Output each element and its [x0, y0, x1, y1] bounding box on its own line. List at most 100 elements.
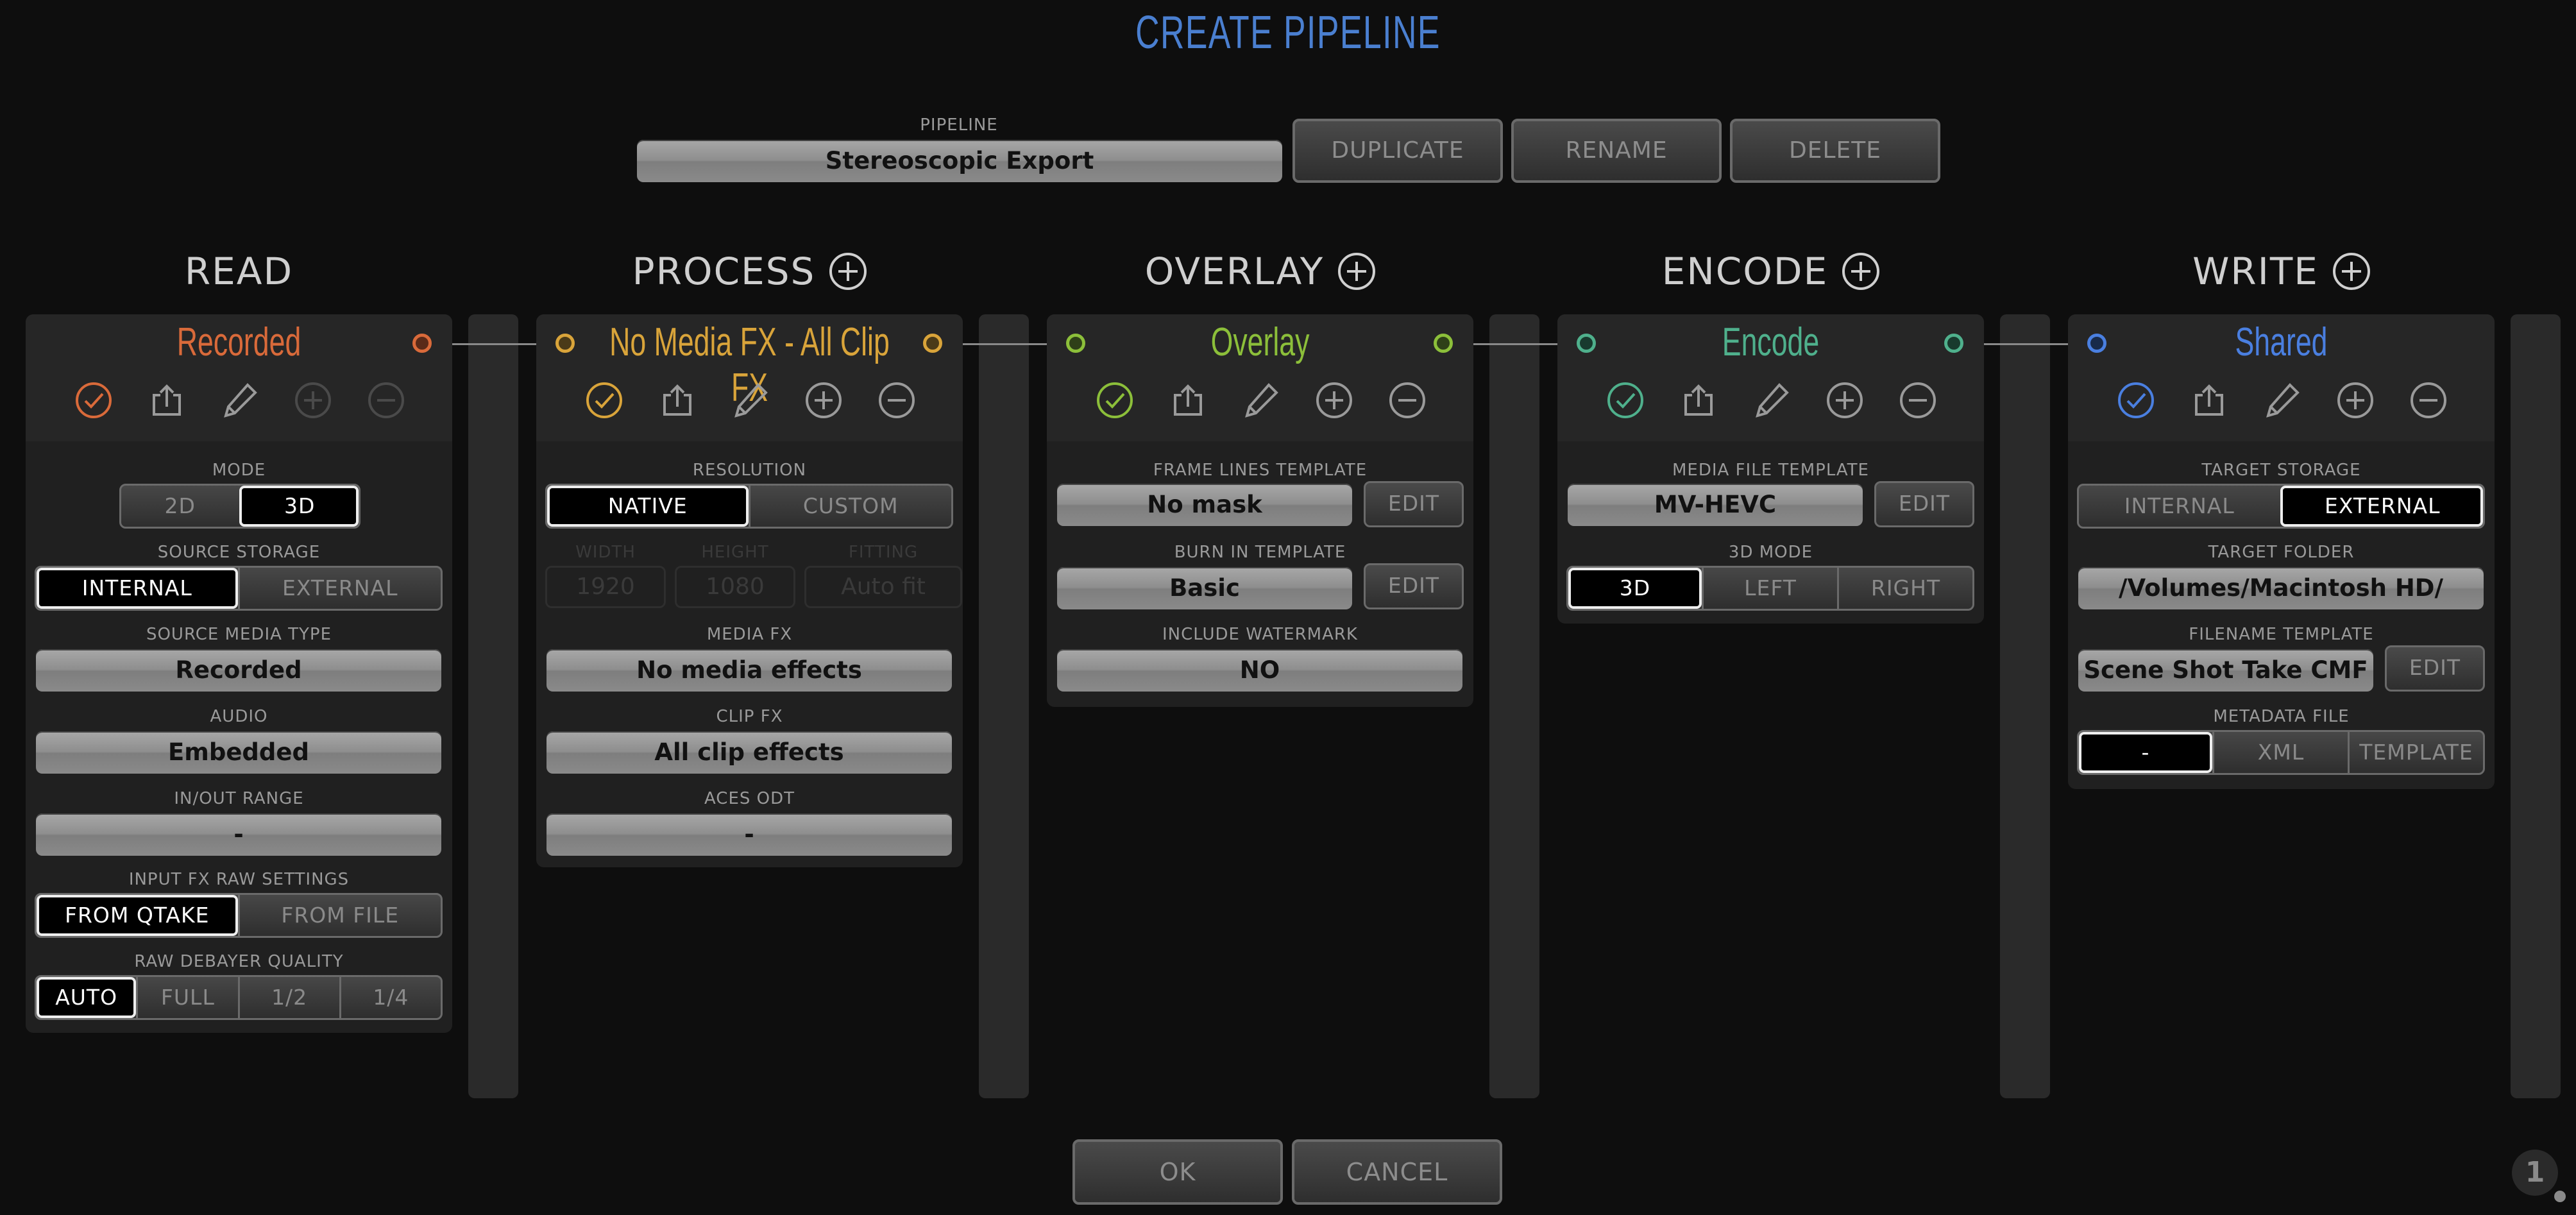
minus-circle-icon[interactable]: [876, 380, 917, 421]
3d-mode-option-left[interactable]: LEFT: [1702, 568, 1837, 609]
encode-node-title[interactable]: Encode: [1617, 319, 1924, 365]
write-node-title[interactable]: Shared: [2128, 319, 2435, 365]
pencil-icon[interactable]: [2262, 380, 2303, 421]
minus-circle-icon[interactable]: [1897, 380, 1938, 421]
drop-zone[interactable]: [2511, 314, 2561, 1098]
media-fx-select[interactable]: No media effects: [547, 649, 952, 692]
share-icon[interactable]: [146, 380, 187, 421]
frame-lines-select[interactable]: No mask: [1057, 484, 1352, 526]
input-port[interactable]: [555, 334, 575, 353]
check-icon[interactable]: [1094, 380, 1135, 421]
storage-option-external[interactable]: EXTERNAL: [237, 568, 441, 609]
share-icon[interactable]: [2189, 380, 2230, 421]
add-write-icon[interactable]: [2332, 253, 2370, 290]
share-icon[interactable]: [1678, 380, 1719, 421]
add-overlay-icon[interactable]: [1338, 253, 1376, 290]
media-file-template-select[interactable]: MV-HEVC: [1568, 484, 1863, 526]
drop-zone[interactable]: [979, 314, 1029, 1098]
source-media-type-select[interactable]: Recorded: [36, 649, 441, 692]
output-port[interactable]: [412, 334, 432, 353]
metadata-file-toggle[interactable]: - XML TEMPLATE: [2077, 730, 2485, 775]
duplicate-button[interactable]: DUPLICATE: [1292, 119, 1503, 183]
raw-option-from-qtake[interactable]: FROM QTAKE: [37, 895, 238, 936]
add-process-icon[interactable]: [829, 253, 867, 290]
raw-option-from-file[interactable]: FROM FILE: [237, 895, 441, 936]
pencil-icon[interactable]: [1751, 380, 1792, 421]
pencil-icon[interactable]: [219, 380, 260, 421]
source-storage-toggle[interactable]: INTERNAL EXTERNAL: [35, 566, 443, 611]
plus-circle-icon[interactable]: [1314, 380, 1355, 421]
help-badge[interactable]: 1: [2512, 1150, 2558, 1196]
debayer-quality-toggle[interactable]: AUTO FULL 1/2 1/4: [35, 975, 443, 1020]
resolution-toggle[interactable]: NATIVE CUSTOM: [545, 484, 953, 529]
plus-circle-icon[interactable]: [803, 380, 844, 421]
drop-zone[interactable]: [468, 314, 518, 1098]
media-file-template-label: MEDIA FILE TEMPLATE: [1672, 461, 1869, 480]
check-icon[interactable]: [73, 380, 114, 421]
metadata-option-xml[interactable]: XML: [2212, 732, 2348, 773]
watermark-select[interactable]: NO: [1057, 649, 1462, 692]
share-icon[interactable]: [1167, 380, 1208, 421]
clip-fx-select[interactable]: All clip effects: [547, 731, 952, 774]
pencil-icon[interactable]: [730, 380, 771, 421]
mode-option-3d[interactable]: 3D: [239, 486, 359, 527]
ok-button[interactable]: OK: [1072, 1139, 1283, 1205]
debayer-option-half[interactable]: 1/2: [237, 977, 339, 1018]
metadata-file-label: METADATA FILE: [2213, 707, 2350, 726]
filename-template-select[interactable]: Scene Shot Take CMF: [2078, 649, 2373, 692]
target-folder-select[interactable]: /Volumes/Macintosh HD/: [2078, 567, 2484, 609]
check-icon[interactable]: [2115, 380, 2157, 421]
raw-settings-toggle[interactable]: FROM QTAKE FROM FILE: [35, 893, 443, 938]
add-encode-icon[interactable]: [1842, 253, 1880, 290]
input-port[interactable]: [1066, 334, 1085, 353]
filename-template-edit-button[interactable]: EDIT: [2385, 645, 2485, 692]
media-file-template-edit-button[interactable]: EDIT: [1874, 481, 1974, 527]
debayer-option-quarter[interactable]: 1/4: [339, 977, 441, 1018]
3d-mode-option-right[interactable]: RIGHT: [1837, 568, 1972, 609]
3d-mode-option-3d[interactable]: 3D: [1568, 568, 1702, 609]
output-port[interactable]: [923, 334, 942, 353]
pencil-icon[interactable]: [1241, 380, 1282, 421]
target-storage-option-external[interactable]: EXTERNAL: [2280, 486, 2483, 527]
plus-circle-icon[interactable]: [2335, 380, 2376, 421]
inout-range-select[interactable]: -: [36, 813, 441, 856]
input-port[interactable]: [2087, 334, 2106, 353]
pipeline-select[interactable]: Stereoscopic Export: [637, 140, 1282, 182]
check-icon[interactable]: [584, 380, 625, 421]
cancel-button[interactable]: CANCEL: [1292, 1139, 1502, 1205]
minus-circle-icon: [366, 380, 407, 421]
mode-toggle[interactable]: 2D 3D: [119, 484, 360, 529]
plus-circle-icon[interactable]: [1824, 380, 1865, 421]
input-port[interactable]: [1577, 334, 1596, 353]
debayer-option-auto[interactable]: AUTO: [37, 977, 137, 1018]
overlay-node-title[interactable]: Overlay: [1106, 319, 1414, 365]
metadata-option-none[interactable]: -: [2079, 732, 2212, 773]
delete-button[interactable]: DELETE: [1730, 119, 1940, 183]
metadata-option-template[interactable]: TEMPLATE: [2348, 732, 2483, 773]
aces-odt-select[interactable]: -: [547, 813, 952, 856]
minus-circle-icon[interactable]: [1387, 380, 1428, 421]
burn-in-edit-button[interactable]: EDIT: [1364, 563, 1464, 609]
drop-zone[interactable]: [2000, 314, 2050, 1098]
check-icon[interactable]: [1605, 380, 1646, 421]
read-node-title[interactable]: Recorded: [85, 319, 393, 365]
resolution-option-custom[interactable]: CUSTOM: [748, 486, 952, 527]
rename-button[interactable]: RENAME: [1511, 119, 1722, 183]
storage-option-internal[interactable]: INTERNAL: [37, 568, 238, 609]
3d-mode-toggle[interactable]: 3D LEFT RIGHT: [1566, 566, 1974, 611]
frame-lines-edit-button[interactable]: EDIT: [1364, 481, 1464, 527]
debayer-option-full[interactable]: FULL: [136, 977, 237, 1018]
resolution-option-native[interactable]: NATIVE: [547, 486, 749, 527]
column-header-encode: ENCODE: [1557, 249, 1984, 294]
output-port[interactable]: [1434, 334, 1453, 353]
audio-select[interactable]: Embedded: [36, 731, 441, 774]
drop-zone[interactable]: [1489, 314, 1539, 1098]
target-storage-option-internal[interactable]: INTERNAL: [2079, 486, 2280, 527]
output-port[interactable]: [1944, 334, 1963, 353]
mode-option-2d[interactable]: 2D: [121, 486, 239, 527]
target-storage-toggle[interactable]: INTERNAL EXTERNAL: [2077, 484, 2485, 529]
share-icon[interactable]: [657, 380, 698, 421]
fitting-label: FITTING: [848, 543, 919, 562]
minus-circle-icon[interactable]: [2408, 380, 2449, 421]
burn-in-select[interactable]: Basic: [1057, 567, 1352, 609]
